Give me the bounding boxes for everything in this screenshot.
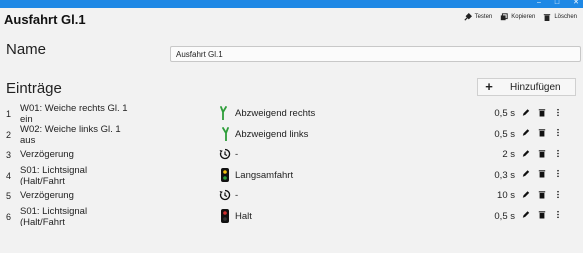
edit-icon[interactable] bbox=[522, 169, 530, 179]
copy-icon bbox=[501, 13, 508, 21]
run-icon bbox=[463, 13, 472, 21]
entry-state: Abzweigend rechts bbox=[235, 108, 316, 119]
more-icon[interactable] bbox=[554, 189, 562, 199]
trash-icon[interactable] bbox=[538, 169, 546, 179]
entry-index: 4 bbox=[6, 170, 12, 181]
page-header: Ausfahrt Gl.1 Testen Kopieren Löschen bbox=[0, 8, 583, 30]
toolbar: Testen Kopieren Löschen bbox=[463, 13, 577, 21]
entries-list: 1 W01: Weiche rechts Gl. 1 ein Abzweigen… bbox=[0, 103, 583, 226]
delete-button[interactable]: Löschen bbox=[543, 13, 577, 21]
edit-icon[interactable] bbox=[522, 189, 530, 199]
switch-icon bbox=[219, 126, 231, 141]
list-item[interactable]: 2 W02: Weiche links Gl. 1 aus Abzweigend… bbox=[0, 124, 583, 145]
edit-icon[interactable] bbox=[522, 107, 530, 117]
edit-icon[interactable] bbox=[522, 128, 530, 138]
entry-state: Langsamfahrt bbox=[235, 169, 294, 181]
test-button-label: Testen bbox=[474, 14, 493, 20]
add-entry-button[interactable]: + Hinzufügen bbox=[477, 78, 576, 96]
trash-icon[interactable] bbox=[538, 189, 546, 199]
entries-heading: Einträge bbox=[6, 80, 62, 97]
timer-icon bbox=[219, 188, 231, 202]
trash-icon[interactable] bbox=[538, 210, 546, 220]
trash-icon[interactable] bbox=[538, 107, 546, 117]
entry-duration: 0,5 s bbox=[494, 210, 515, 222]
edit-icon[interactable] bbox=[522, 210, 530, 220]
more-icon[interactable] bbox=[554, 128, 562, 138]
window-titlebar: – □ ✕ bbox=[0, 0, 583, 8]
entry-actions bbox=[522, 128, 562, 138]
list-item[interactable]: 6 S01: Lichtsignal (Halt/Fahrt Halt 0,5 … bbox=[0, 206, 583, 227]
entry-actions bbox=[522, 148, 562, 158]
minimize-button[interactable]: – bbox=[537, 0, 541, 7]
signal-caution-icon bbox=[219, 167, 231, 182]
entry-state: - bbox=[235, 190, 239, 201]
delete-button-label: Löschen bbox=[554, 14, 577, 20]
entry-name: S01: Lichtsignal (Halt/Fahrt bbox=[20, 164, 88, 185]
list-item[interactable]: 4 S01: Lichtsignal (Halt/Fahrt Langsamfa… bbox=[0, 165, 583, 186]
entry-duration: 0,3 s bbox=[494, 169, 515, 181]
test-button[interactable]: Testen bbox=[463, 13, 493, 21]
entry-actions bbox=[522, 210, 562, 220]
page-title: Ausfahrt Gl.1 bbox=[4, 11, 86, 27]
edit-icon[interactable] bbox=[522, 148, 530, 158]
entry-state: Abzweigend links bbox=[235, 128, 309, 140]
name-input[interactable] bbox=[170, 46, 581, 62]
add-entry-label: Hinzufügen bbox=[510, 81, 561, 93]
list-item[interactable]: 5 Verzögerung - 10 s bbox=[0, 185, 583, 206]
entry-index: 6 bbox=[6, 211, 12, 222]
list-item[interactable]: 1 W01: Weiche rechts Gl. 1 ein Abzweigen… bbox=[0, 103, 583, 124]
entry-actions bbox=[522, 189, 562, 199]
more-icon[interactable] bbox=[554, 148, 562, 158]
entry-duration: 0,5 s bbox=[494, 108, 515, 119]
trash-icon bbox=[544, 14, 551, 21]
copy-button-label: Kopieren bbox=[511, 14, 536, 20]
entry-index: 2 bbox=[6, 129, 12, 140]
name-row: Name bbox=[6, 40, 581, 62]
entry-name: W02: Weiche links Gl. 1 aus bbox=[20, 123, 121, 144]
more-icon[interactable] bbox=[554, 107, 562, 117]
list-item[interactable]: 3 Verzögerung - 2 s bbox=[0, 144, 583, 165]
entry-name: S01: Lichtsignal (Halt/Fahrt bbox=[20, 205, 88, 226]
maximize-button[interactable]: □ bbox=[555, 0, 559, 7]
entry-state: Halt bbox=[235, 210, 252, 222]
entry-index: 1 bbox=[6, 109, 12, 119]
entry-actions bbox=[522, 107, 562, 117]
entry-actions bbox=[522, 169, 562, 179]
entry-index: 3 bbox=[6, 150, 12, 160]
more-icon[interactable] bbox=[554, 210, 562, 220]
more-icon[interactable] bbox=[554, 169, 562, 179]
trash-icon[interactable] bbox=[538, 128, 546, 138]
entry-index: 5 bbox=[6, 191, 12, 201]
trash-icon[interactable] bbox=[538, 148, 546, 158]
switch-icon bbox=[219, 106, 231, 120]
signal-stop-icon bbox=[219, 208, 231, 223]
close-window-button[interactable]: ✕ bbox=[573, 0, 579, 7]
entry-name: W01: Weiche rechts Gl. 1 ein bbox=[20, 103, 128, 123]
copy-button[interactable]: Kopieren bbox=[500, 13, 535, 21]
entry-duration: 10 s bbox=[497, 190, 515, 201]
entry-duration: 2 s bbox=[502, 149, 515, 160]
entry-duration: 0,5 s bbox=[494, 128, 515, 140]
plus-icon: + bbox=[485, 79, 493, 94]
name-label: Name bbox=[6, 41, 47, 58]
entry-state: - bbox=[235, 149, 239, 160]
window-controls: – □ ✕ bbox=[537, 0, 579, 7]
timer-icon bbox=[219, 147, 231, 161]
